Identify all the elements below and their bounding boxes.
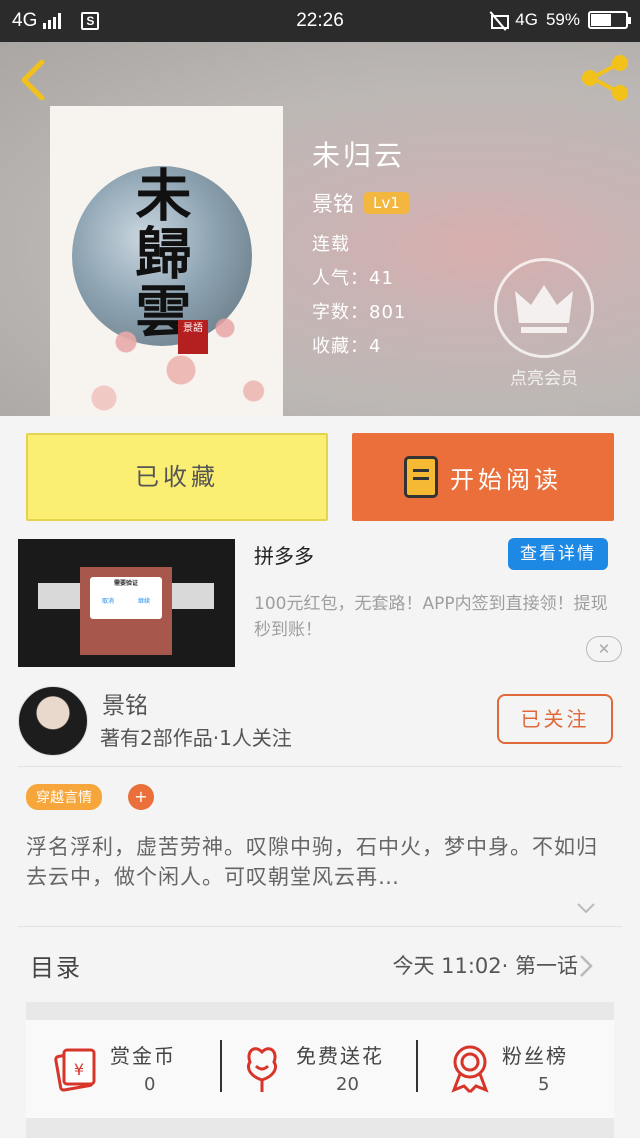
level-badge: Lv1 xyxy=(364,192,409,214)
battery-icon xyxy=(588,11,631,29)
status-right: 4G 59% xyxy=(489,10,631,30)
status-bar: 4G S 22:26 4G 59% xyxy=(0,0,640,42)
genre-tag[interactable]: 穿越言情 xyxy=(26,784,102,810)
book-icon xyxy=(404,456,438,498)
author-name[interactable]: 景铭 xyxy=(312,188,354,218)
book-title: 未归云 xyxy=(312,139,406,172)
chevron-right-icon[interactable] xyxy=(578,954,594,978)
chevron-left-icon xyxy=(21,59,45,101)
start-reading-button[interactable]: 开始阅读 xyxy=(352,433,614,521)
stat-free-flowers[interactable]: 免费送花 20 xyxy=(222,1020,418,1118)
ad-title[interactable]: 拼多多 xyxy=(254,540,314,569)
start-reading-label: 开始阅读 xyxy=(450,465,562,494)
ad-image-dialog-cancel: 取消 xyxy=(101,598,114,605)
svg-text:¥: ¥ xyxy=(74,1060,84,1079)
crown-icon xyxy=(515,285,573,333)
cover-seal: 景語 xyxy=(178,320,208,354)
book-cover[interactable]: 未歸雲 景語 xyxy=(50,106,283,416)
toc-label[interactable]: 目录 xyxy=(30,948,82,983)
stat-label: 粉丝榜 xyxy=(502,1044,568,1068)
stat-label: 免费送花 xyxy=(296,1044,384,1068)
serial-status: 连载 xyxy=(312,234,350,255)
collected-button[interactable]: 已收藏 xyxy=(26,433,328,521)
avatar[interactable] xyxy=(18,686,88,756)
book-header: 未歸雲 景語 未归云 景铭 Lv1 连载 人气：41 字数：801 收藏：4 点… xyxy=(0,42,640,416)
stat-value: 20 xyxy=(336,1074,359,1095)
section-spacer xyxy=(26,1002,614,1020)
ad-image-bar-right xyxy=(172,583,214,609)
popularity: 人气：41 xyxy=(312,268,394,289)
stat-value: 0 xyxy=(144,1074,156,1095)
share-button[interactable] xyxy=(578,54,632,102)
network-type-right: 4G xyxy=(515,10,538,29)
author-row: 景铭 Lv1 xyxy=(312,188,409,218)
ad-detail-button[interactable]: 查看详情 xyxy=(508,538,608,570)
add-tag-button[interactable]: + xyxy=(128,784,154,810)
stat-label: 赏金币 xyxy=(110,1044,176,1068)
ad-image-dialog: 需要验证 取消 继续 xyxy=(90,577,162,619)
award-ribbon-icon xyxy=(451,1045,489,1094)
synopsis[interactable]: 浮名浮利，虚苦劳神。叹隙中驹，石中火，梦中身。不如归去云中，做个闲人。可叹朝堂风… xyxy=(26,832,606,892)
author-works: 著有2部作品·1人关注 xyxy=(100,726,292,750)
vip-button[interactable] xyxy=(494,258,594,358)
section-spacer xyxy=(26,1118,614,1138)
ad-image-bar-left xyxy=(38,583,80,609)
stat-value: 5 xyxy=(538,1074,550,1095)
vip-label: 点亮会员 xyxy=(510,369,578,389)
divider xyxy=(18,766,622,767)
share-icon xyxy=(582,55,628,101)
back-button[interactable] xyxy=(16,58,52,101)
stat-reward-coins[interactable]: ¥ 赏金币 0 xyxy=(26,1020,222,1118)
ad-image-dialog-ok: 继续 xyxy=(137,598,150,605)
chevron-down-icon[interactable] xyxy=(576,898,596,918)
mute-icon xyxy=(489,11,510,29)
stats-bar: ¥ 赏金币 0 免费送花 20 粉丝榜 5 xyxy=(26,1020,614,1118)
flower-icon xyxy=(247,1047,277,1092)
author-card-name[interactable]: 景铭 xyxy=(102,686,148,720)
toc-latest-chapter[interactable]: 今天 11:02· 第一话 xyxy=(392,950,578,980)
favorites-count: 收藏：4 xyxy=(312,336,382,357)
cover-title: 未歸雲 xyxy=(126,166,192,340)
word-count: 字数：801 xyxy=(312,302,407,323)
ad-image-dialog-title: 需要验证 xyxy=(113,580,138,587)
follow-button[interactable]: 已关注 xyxy=(497,694,613,744)
divider xyxy=(18,926,622,927)
battery-percent: 59% xyxy=(545,10,580,29)
stat-fan-ranking[interactable]: 粉丝榜 5 xyxy=(418,1020,614,1118)
ad-image[interactable]: 需要验证 取消 继续 xyxy=(18,539,235,667)
ad-close-button[interactable]: ✕ xyxy=(586,636,622,662)
red-envelope-yen-icon: ¥ xyxy=(54,1048,96,1092)
ad-description[interactable]: 100元红包，无套路！APP内签到直接领！提现秒到账！ xyxy=(254,591,616,643)
